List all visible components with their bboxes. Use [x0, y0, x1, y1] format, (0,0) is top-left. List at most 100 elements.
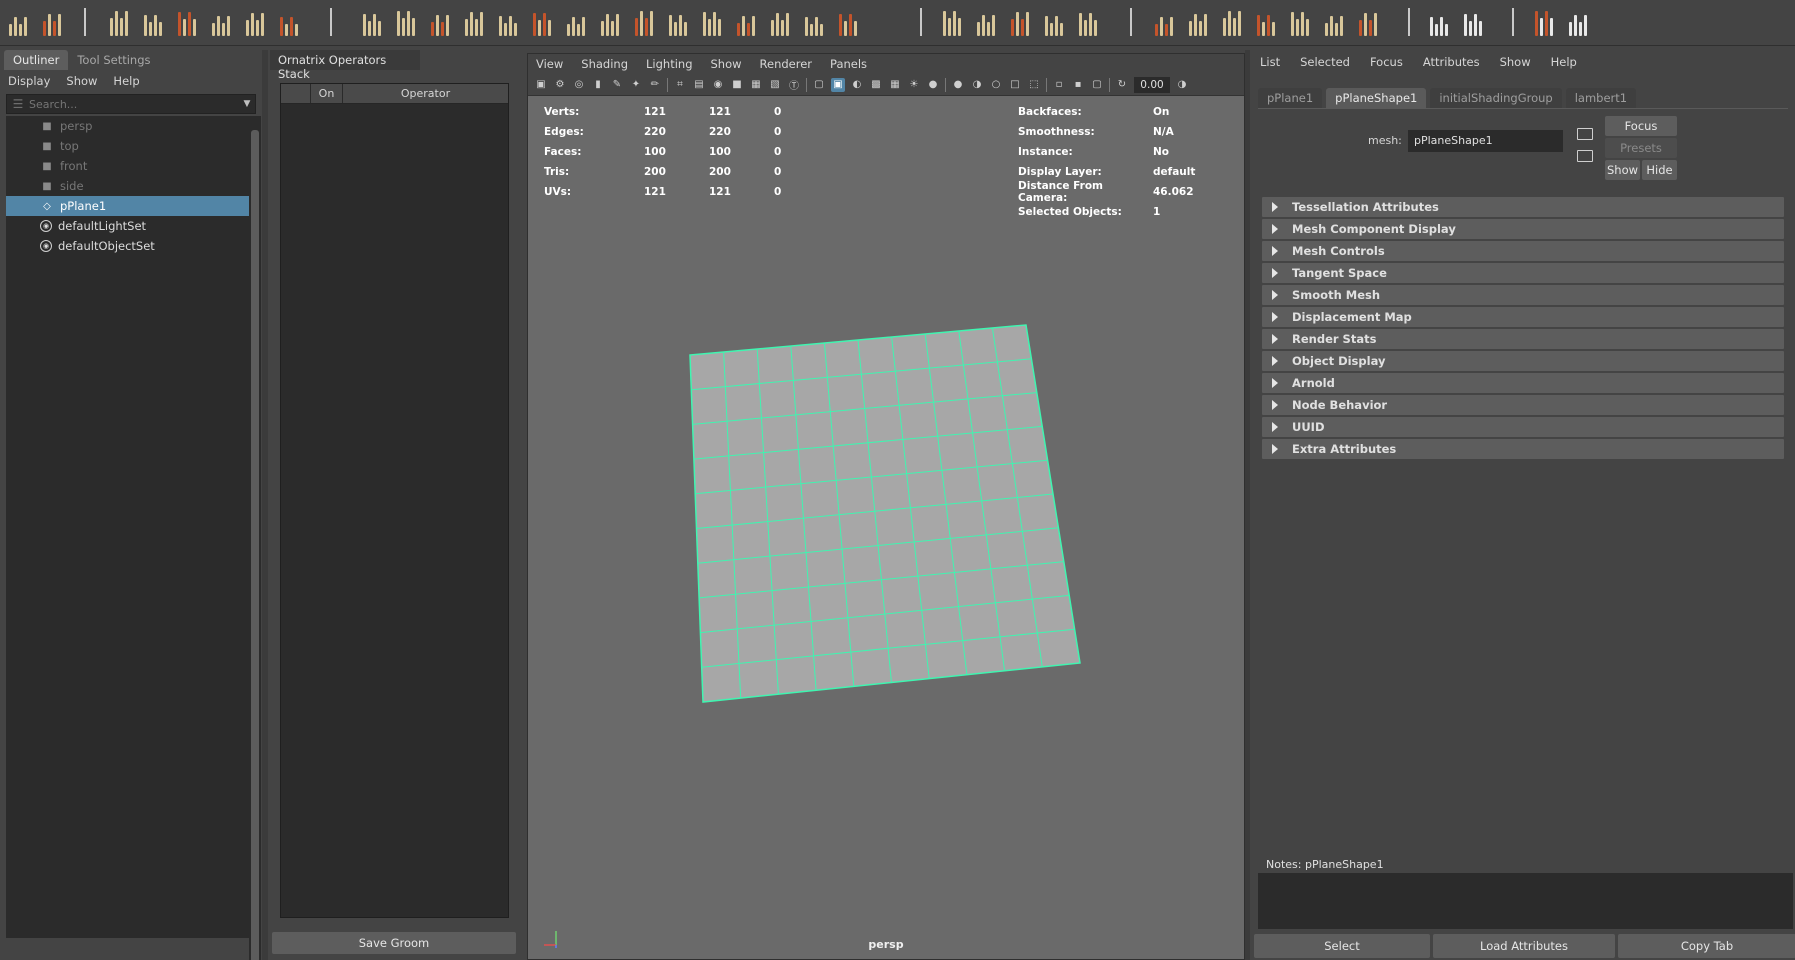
- comb-icon[interactable]: [664, 8, 692, 36]
- load-attributes-button[interactable]: Load Attributes: [1433, 934, 1615, 958]
- show-button[interactable]: Show: [1605, 160, 1640, 180]
- notes-field[interactable]: [1258, 873, 1793, 929]
- curl-icon[interactable]: [494, 8, 522, 36]
- outliner-item[interactable]: ◉ defaultLightSet: [6, 216, 249, 236]
- attribute-section[interactable]: Tessellation Attributes: [1262, 197, 1784, 217]
- guides-icon[interactable]: [38, 8, 66, 36]
- frizz-icon[interactable]: [528, 8, 556, 36]
- attribute-section[interactable]: Displacement Map: [1262, 307, 1784, 327]
- brush-icon[interactable]: [392, 8, 420, 36]
- ornatrix-panel: Ornatrix Operators Stack On Operator Sav…: [270, 50, 522, 960]
- outliner-item[interactable]: ◇ pPlane1: [6, 196, 249, 216]
- guides-icon[interactable]: [1184, 8, 1212, 36]
- attribute-section[interactable]: UUID: [1262, 417, 1784, 437]
- brush-icon[interactable]: [105, 8, 133, 36]
- attribute-section[interactable]: Mesh Controls: [1262, 241, 1784, 261]
- comb-icon[interactable]: [1564, 8, 1592, 36]
- frizz-icon[interactable]: [241, 8, 269, 36]
- hair-tool-icon[interactable]: [1425, 8, 1453, 36]
- save-groom-button[interactable]: Save Groom: [272, 932, 516, 954]
- viewport-panel[interactable]: View Shading Lighting Show Renderer Panels ▣ ⚙…: [527, 53, 1245, 960]
- outliner-item[interactable]: ■ persp: [6, 116, 249, 136]
- guides-icon[interactable]: [834, 8, 862, 36]
- clump-icon[interactable]: [460, 8, 488, 36]
- operators-table[interactable]: On Operator: [280, 83, 509, 918]
- hair-tool-icon[interactable]: [1150, 8, 1178, 36]
- menu-help[interactable]: Help: [113, 74, 139, 88]
- menu-show[interactable]: Show: [66, 74, 97, 88]
- attribute-section[interactable]: Arnold: [1262, 373, 1784, 393]
- ae-menu-show[interactable]: Show: [1500, 55, 1531, 69]
- hair-tool-icon[interactable]: [800, 8, 828, 36]
- hair-tool-icon[interactable]: [562, 8, 590, 36]
- clump-icon[interactable]: [1006, 8, 1034, 36]
- copy-tab-button[interactable]: Copy Tab: [1618, 934, 1795, 958]
- comb-icon[interactable]: [139, 8, 167, 36]
- focus-button[interactable]: Focus: [1605, 116, 1677, 136]
- outliner-item[interactable]: ■ top: [6, 136, 249, 156]
- attribute-section[interactable]: Object Display: [1262, 351, 1784, 371]
- frizz-icon[interactable]: [1354, 8, 1382, 36]
- outliner-item[interactable]: ■ front: [6, 156, 249, 176]
- clump-icon[interactable]: [698, 8, 726, 36]
- select-button[interactable]: Select: [1254, 934, 1430, 958]
- plane-mesh[interactable]: [528, 54, 1246, 960]
- panel-divider[interactable]: [262, 50, 268, 960]
- tab-tool-settings[interactable]: Tool Settings: [68, 50, 159, 70]
- ae-menu-help[interactable]: Help: [1551, 55, 1577, 69]
- outliner-item[interactable]: ◉ defaultObjectSet: [6, 236, 249, 256]
- presets-button[interactable]: Presets: [1605, 138, 1677, 158]
- outliner-item[interactable]: ■ side: [6, 176, 249, 196]
- curl-icon[interactable]: [1040, 8, 1068, 36]
- col-operator[interactable]: Operator: [343, 84, 508, 103]
- hair-tool-icon[interactable]: [275, 8, 303, 36]
- attribute-section[interactable]: Node Behavior: [1262, 395, 1784, 415]
- guides-icon[interactable]: [1459, 8, 1487, 36]
- col-on[interactable]: On: [311, 84, 343, 103]
- attribute-section[interactable]: Tangent Space: [1262, 263, 1784, 283]
- ae-menu-attributes[interactable]: Attributes: [1423, 55, 1480, 69]
- curl-icon[interactable]: [207, 8, 235, 36]
- frizz-icon[interactable]: [1074, 8, 1102, 36]
- go-to-output-icon[interactable]: [1577, 150, 1593, 162]
- ae-tab[interactable]: lambert1: [1565, 88, 1637, 108]
- comb-icon[interactable]: [426, 8, 454, 36]
- attribute-section[interactable]: Mesh Component Display: [1262, 219, 1784, 239]
- ae-menu-selected[interactable]: Selected: [1300, 55, 1350, 69]
- ae-menu-list[interactable]: List: [1260, 55, 1280, 69]
- guides-icon[interactable]: [358, 8, 386, 36]
- hair-tool-icon[interactable]: [4, 8, 32, 36]
- hide-button[interactable]: Hide: [1642, 160, 1677, 180]
- frizz-icon[interactable]: [766, 8, 794, 36]
- ae-tab[interactable]: initialShadingGroup: [1430, 88, 1562, 108]
- clump-icon[interactable]: [1286, 8, 1314, 36]
- attribute-section[interactable]: Extra Attributes: [1262, 439, 1784, 459]
- brush-icon[interactable]: [1530, 8, 1558, 36]
- attribute-section[interactable]: Render Stats: [1262, 329, 1784, 349]
- curl-icon[interactable]: [1320, 8, 1348, 36]
- guides-icon[interactable]: [596, 8, 624, 36]
- mesh-name-field[interactable]: pPlaneShape1: [1408, 130, 1563, 152]
- comb-icon[interactable]: [972, 8, 1000, 36]
- menu-display[interactable]: Display: [8, 74, 50, 88]
- brush-icon[interactable]: [1218, 8, 1246, 36]
- clump-icon[interactable]: [173, 8, 201, 36]
- attribute-section[interactable]: Smooth Mesh: [1262, 285, 1784, 305]
- tab-outliner[interactable]: Outliner: [4, 50, 69, 70]
- brush-icon[interactable]: [630, 8, 658, 36]
- brush-icon[interactable]: [938, 8, 966, 36]
- expand-arrow-icon: [1272, 444, 1278, 454]
- scroll-thumb[interactable]: [251, 130, 259, 960]
- filter-icon[interactable]: ☰: [7, 95, 29, 113]
- outliner-panel: Outliner Tool Settings Display Show Help…: [0, 50, 262, 960]
- comb-icon[interactable]: [1252, 8, 1280, 36]
- go-to-input-icon[interactable]: [1577, 128, 1593, 140]
- chevron-down-icon[interactable]: ▼: [239, 99, 255, 109]
- search-input[interactable]: [29, 97, 239, 111]
- ae-tab[interactable]: pPlane1: [1258, 88, 1323, 108]
- outliner-vertical-scrollbar[interactable]: [249, 116, 261, 960]
- plane-face[interactable]: [689, 324, 1081, 703]
- curl-icon[interactable]: [732, 8, 760, 36]
- ae-tab[interactable]: pPlaneShape1: [1326, 88, 1427, 108]
- ae-menu-focus[interactable]: Focus: [1370, 55, 1403, 69]
